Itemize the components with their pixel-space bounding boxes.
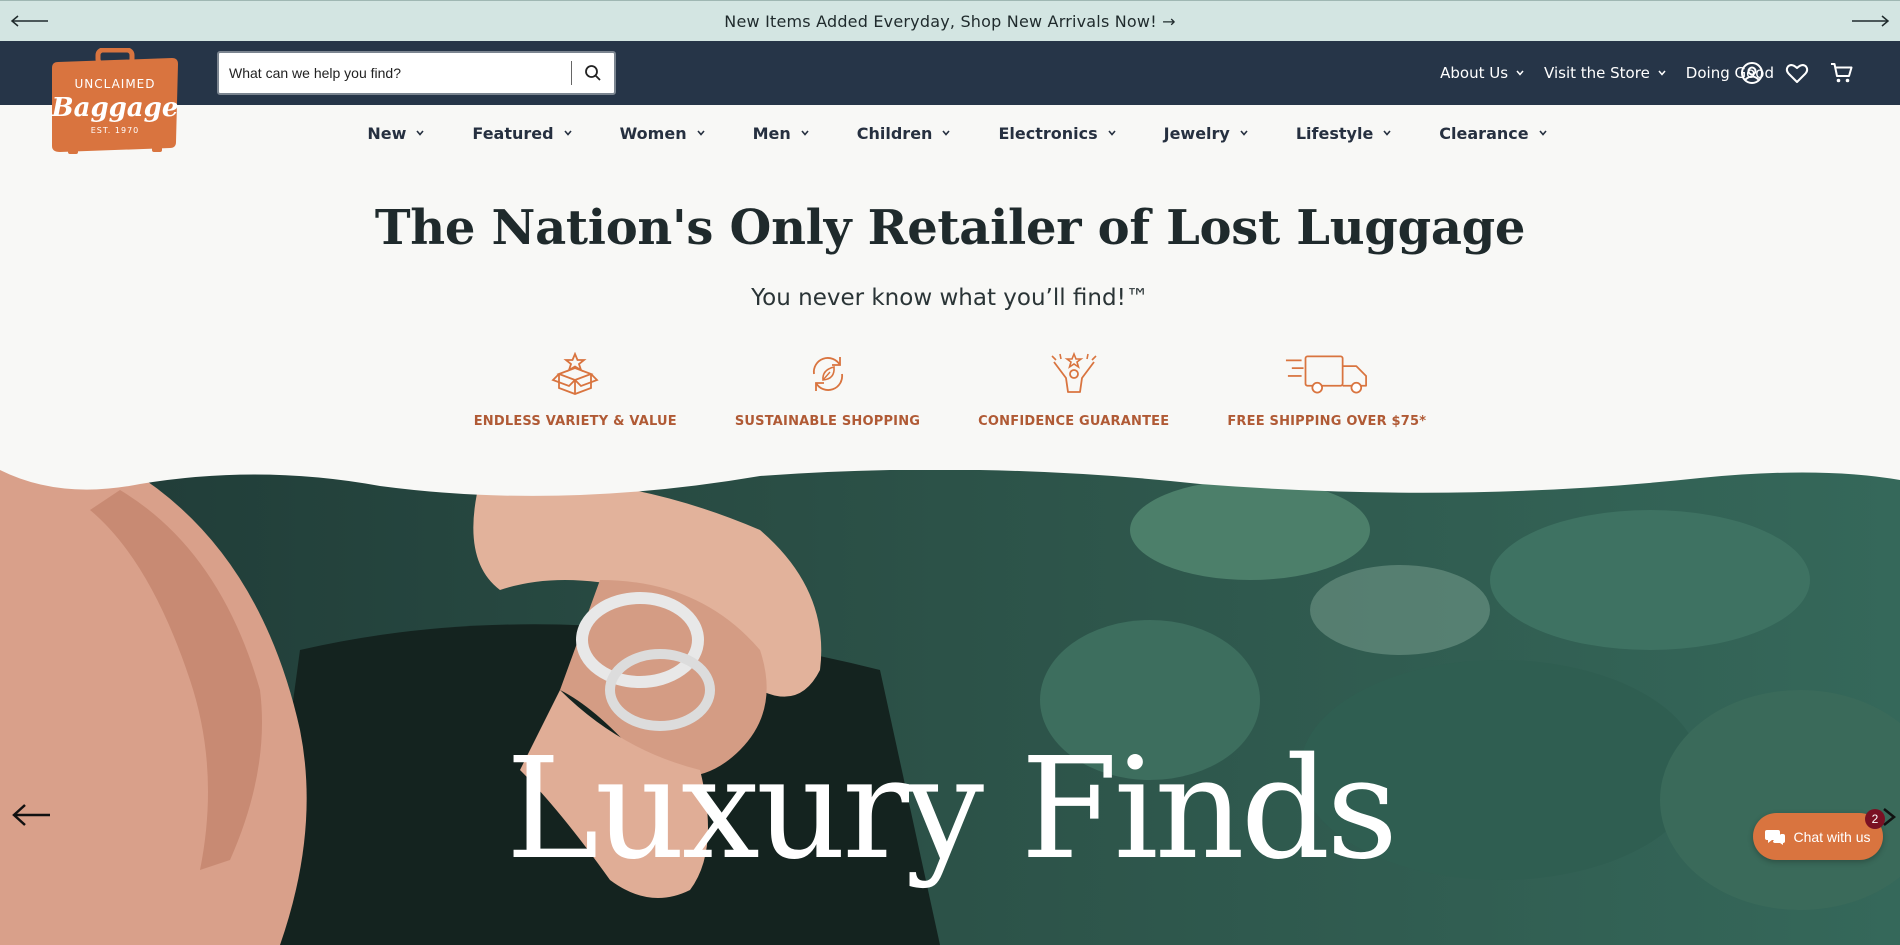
delivery-truck-icon <box>1285 355 1367 394</box>
category-clearance[interactable]: Clearance <box>1439 123 1547 143</box>
announcement-prev-arrow-icon[interactable] <box>10 13 50 29</box>
chevron-down-icon <box>1658 70 1666 76</box>
chat-bubble-icon <box>1765 829 1786 845</box>
value-prop-label: ENDLESS VARIETY & VALUE <box>473 414 677 429</box>
logo-line3: EST. 1970 <box>91 126 140 135</box>
search-icon <box>585 65 601 81</box>
category-label: Featured <box>472 123 554 143</box>
header-icons <box>1739 41 1854 105</box>
category-label: Clearance <box>1439 123 1529 143</box>
cart-icon <box>1830 63 1852 83</box>
category-nav: New Featured Women Men Children Electron… <box>0 105 1900 161</box>
chevron-down-icon <box>1240 130 1248 136</box>
search-button[interactable] <box>572 53 614 93</box>
value-prop-label: CONFIDENCE GUARANTEE <box>978 414 1170 429</box>
chevron-down-icon <box>1538 130 1547 136</box>
announcement-next-arrow-icon[interactable] <box>1850 13 1890 29</box>
chevron-down-icon <box>1383 130 1391 136</box>
logo-line2: Baggage <box>51 93 179 123</box>
unclaimed-baggage-logo[interactable]: UNCLAIMED Baggage EST. 1970 <box>48 48 180 154</box>
account-icon <box>1740 62 1763 84</box>
search-box <box>217 51 616 95</box>
chat-label: Chat with us <box>1793 828 1871 845</box>
category-men[interactable]: Men <box>753 124 809 143</box>
header-nav-about-us[interactable]: About Us <box>1440 64 1524 82</box>
value-prop-label: SUSTAINABLE SHOPPING <box>734 414 921 429</box>
chevron-down-icon <box>1516 70 1524 76</box>
category-label: Lifestyle <box>1295 123 1374 143</box>
announcement-text[interactable]: New Items Added Everyday, Shop New Arriv… <box>724 12 1175 31</box>
header-nav: About Us Visit the Store Doing Good <box>1440 41 1774 105</box>
value-props: ENDLESS VARIETY & VALUE SUSTAINABLE SHOP… <box>0 350 1900 429</box>
logo-line1: UNCLAIMED <box>74 77 155 91</box>
category-featured[interactable]: Featured <box>472 123 572 143</box>
category-women[interactable]: Women <box>620 124 705 143</box>
category-label: Electronics <box>998 123 1098 143</box>
wishlist-button[interactable] <box>1784 61 1809 86</box>
category-electronics[interactable]: Electronics <box>998 123 1116 143</box>
value-prop-variety: ENDLESS VARIETY & VALUE <box>474 350 677 429</box>
category-label: Men <box>752 123 791 143</box>
value-prop-label: FREE SHIPPING OVER $75* <box>1227 414 1427 429</box>
search-input[interactable] <box>219 53 571 93</box>
category-label: Jewelry <box>1163 123 1230 143</box>
open-box-star-icon <box>551 352 599 395</box>
recycle-leaf-icon <box>812 357 843 391</box>
hero-title: The Nation's Only Retailer of Lost Lugga… <box>374 200 1526 256</box>
chevron-down-icon <box>942 130 951 136</box>
category-children[interactable]: Children <box>857 124 951 143</box>
slide-prev-arrow-icon[interactable] <box>12 802 52 828</box>
chevron-down-icon <box>801 130 809 136</box>
category-label: Children <box>856 123 933 143</box>
chat-unread-badge: 2 <box>1865 809 1885 829</box>
account-button[interactable] <box>1739 61 1764 86</box>
category-label: Women <box>619 123 687 143</box>
category-label: New <box>367 123 407 143</box>
hero-subtitle: You never know what you’ll find!™ <box>751 285 1149 311</box>
header-nav-label: Visit the Store <box>1544 64 1650 82</box>
header-nav-visit-store[interactable]: Visit the Store <box>1544 64 1666 82</box>
value-prop-sustainable: SUSTAINABLE SHOPPING <box>735 350 920 429</box>
header-nav-label: About Us <box>1440 64 1509 82</box>
announcement-bar: New Items Added Everyday, Shop New Arriv… <box>0 0 1900 41</box>
category-jewelry[interactable]: Jewelry <box>1164 124 1248 143</box>
hero-headline: Luxury Finds <box>505 728 1398 891</box>
category-new[interactable]: New <box>367 123 425 143</box>
heart-icon <box>1785 64 1808 83</box>
chevron-down-icon <box>696 130 705 136</box>
chevron-down-icon <box>563 130 572 136</box>
chevron-down-icon <box>1108 130 1116 136</box>
value-prop-shipping: FREE SHIPPING OVER $75* <box>1227 350 1426 429</box>
chat-button[interactable]: Chat with us 2 <box>1753 809 1885 860</box>
person-star-icon <box>1051 352 1097 393</box>
value-prop-confidence: CONFIDENCE GUARANTEE <box>978 350 1169 429</box>
category-lifestyle[interactable]: Lifestyle <box>1296 124 1391 143</box>
chevron-down-icon <box>416 130 425 136</box>
cart-button[interactable] <box>1829 61 1854 86</box>
